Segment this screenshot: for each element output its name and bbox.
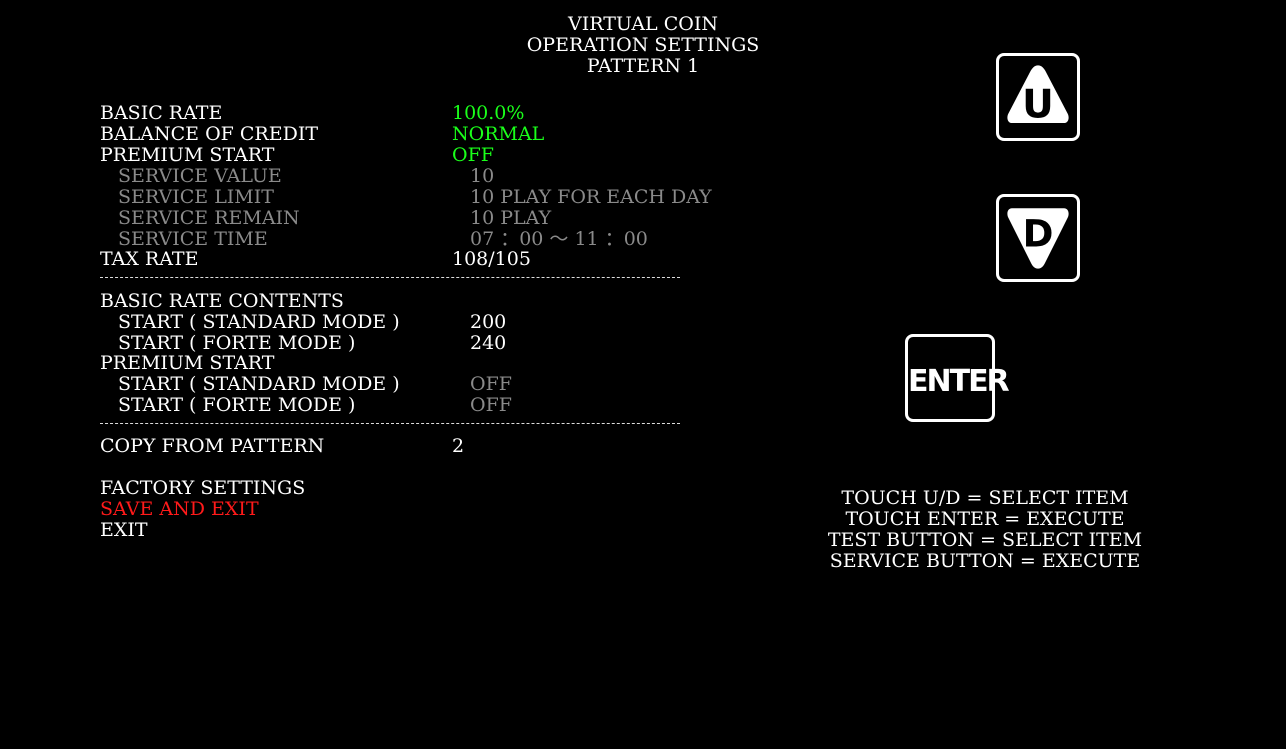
page-header: VIRTUAL COIN OPERATION SETTINGS PATTERN … <box>443 14 843 77</box>
header-subtitle: OPERATION SETTINGS <box>526 34 760 56</box>
save-and-exit-item[interactable]: SAVE AND EXIT <box>100 499 259 520</box>
balance-of-credit-value: NORMAL <box>452 123 545 145</box>
basic-forte-value: 240 <box>470 332 507 354</box>
basic-rate-contents-label: BASIC RATE CONTENTS <box>100 290 344 312</box>
header-pattern: PATTERN 1 <box>586 55 700 77</box>
service-limit-value: 10 PLAY FOR EACH DAY <box>470 186 712 208</box>
service-remain-value: 10 PLAY <box>470 207 552 229</box>
enter-button-label: ENTER <box>908 364 1010 399</box>
up-button-letter: U <box>1022 82 1054 127</box>
separator-1 <box>100 277 680 278</box>
service-value-label: SERVICE VALUE <box>118 165 282 187</box>
copy-from-pattern-value: 2 <box>452 435 465 457</box>
enter-button[interactable]: ENTER <box>905 334 1010 422</box>
help-line-4: SERVICE BUTTON = EXECUTE <box>829 550 1141 572</box>
service-time-value: 07 ：00 ～ 11 ：00 <box>470 228 648 250</box>
service-remain-label: SERVICE REMAIN <box>118 207 300 229</box>
help-line-3: TEST BUTTON = SELECT ITEM <box>827 529 1143 551</box>
premium-forte-value: OFF <box>470 394 512 416</box>
down-button-letter: D <box>1023 212 1054 255</box>
premium-forte-label: START ( FORTE MODE ) <box>118 394 356 416</box>
service-value-value: 10 <box>470 165 495 187</box>
header-title: VIRTUAL COIN <box>568 13 718 35</box>
basic-forte-label: START ( FORTE MODE ) <box>118 332 356 354</box>
copy-from-pattern-label: COPY FROM PATTERN <box>100 435 325 457</box>
down-button[interactable]: D <box>996 194 1080 282</box>
service-time-label: SERVICE TIME <box>118 228 268 250</box>
tax-rate-label: TAX RATE <box>100 248 199 270</box>
separator-2 <box>100 423 680 424</box>
premium-start-label: PREMIUM START <box>100 144 275 166</box>
help-text: TOUCH U/D = SELECT ITEM TOUCH ENTER = EX… <box>790 488 1180 572</box>
premium-standard-label: START ( STANDARD MODE ) <box>118 373 400 395</box>
tax-rate-value: 108/105 <box>452 248 531 270</box>
balance-of-credit-label: BALANCE OF CREDIT <box>100 123 319 145</box>
factory-settings-item[interactable]: FACTORY SETTINGS <box>100 478 305 499</box>
help-line-1: TOUCH U/D = SELECT ITEM <box>841 487 1129 509</box>
premium-start-contents-label: PREMIUM START <box>100 352 275 374</box>
basic-standard-value: 200 <box>470 311 507 333</box>
up-button[interactable]: U <box>996 53 1080 141</box>
premium-standard-value: OFF <box>470 373 512 395</box>
basic-rate-label: BASIC RATE <box>100 102 223 124</box>
up-triangle-icon: U <box>1007 65 1069 127</box>
basic-standard-label: START ( STANDARD MODE ) <box>118 311 400 333</box>
service-limit-label: SERVICE LIMIT <box>118 186 274 208</box>
premium-start-value: OFF <box>452 144 494 166</box>
basic-rate-value: 100.0% <box>452 102 525 124</box>
exit-item[interactable]: EXIT <box>100 520 148 541</box>
help-line-2: TOUCH ENTER = EXECUTE <box>845 508 1125 530</box>
down-triangle-icon: D <box>1007 208 1069 269</box>
